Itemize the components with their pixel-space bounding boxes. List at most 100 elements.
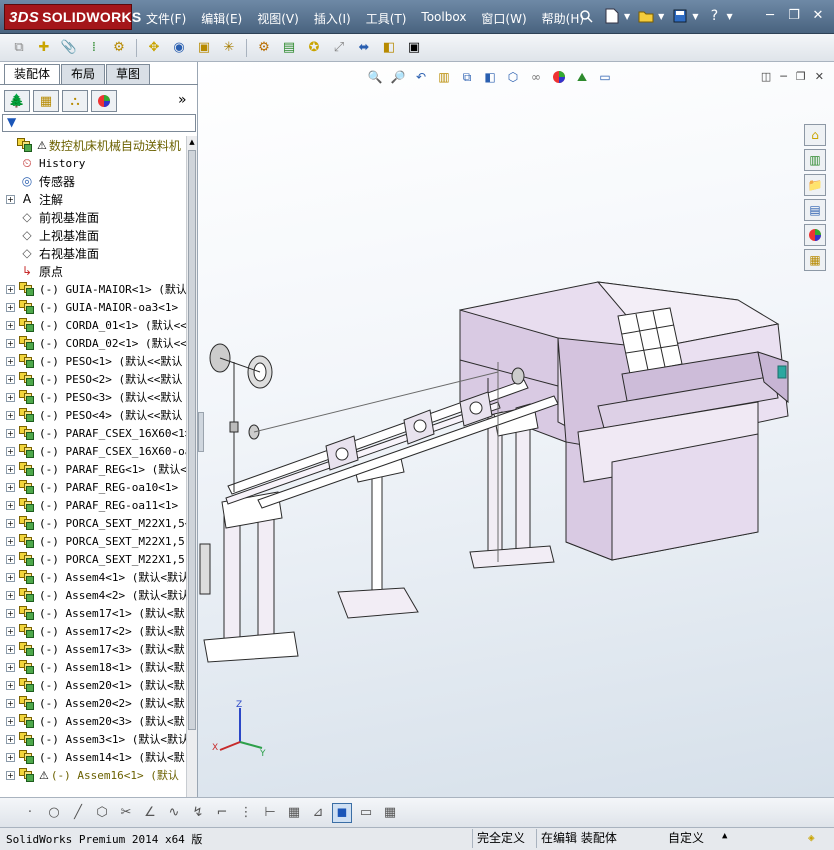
expand-icon[interactable]: +	[6, 284, 15, 294]
tree-item[interactable]: + (-) Assem4<2> (默认<默认	[0, 586, 186, 604]
expand-icon[interactable]: +	[6, 536, 15, 546]
display-manager-icon[interactable]	[91, 90, 117, 112]
clearance-verification-icon[interactable]: ◧	[378, 37, 400, 59]
point-icon[interactable]: ·	[20, 803, 40, 823]
tree-item[interactable]: + (-) PESO<1> (默认<<默认	[0, 352, 182, 370]
help-icon[interactable]: ?	[704, 6, 724, 26]
tree-item[interactable]: + (-) PARAF_REG-oa10<1> (	[0, 478, 186, 496]
expand-icon[interactable]: +	[6, 626, 15, 636]
tree-item[interactable]: + (-) Assem3<1> (默认<默认	[0, 730, 186, 748]
tab-sketch[interactable]: 草图	[106, 64, 151, 84]
tree-item[interactable]: + (-) Assem17<2> (默认<默	[0, 622, 185, 640]
tree-item[interactable]: ↳ 原点	[0, 262, 63, 280]
expand-icon[interactable]: +	[6, 518, 15, 528]
scrollbar-thumb[interactable]	[188, 150, 196, 730]
graphics-area[interactable]: 🔍 🔎 ↶ ▥ ⧉ ◧ ⬡ ∞ ⛰ ▭ ◫ ─ ❐ ✕ ⌂ ▥ 📁 ▤ ▦ Z …	[198, 62, 834, 797]
tree-item[interactable]: + (-) PORCA_SEXT_M22X1,5-	[0, 532, 186, 550]
tree-item[interactable]: ◎ 传感器	[0, 172, 75, 190]
show-hidden-icon[interactable]: ◉	[168, 37, 190, 59]
line-icon[interactable]: ╱	[68, 803, 88, 823]
chevron-down-icon[interactable]: ▼	[624, 12, 630, 21]
minimize-icon[interactable]: ─	[762, 8, 778, 23]
tree-root-node[interactable]: ⚠ 数控机床机械自动送料机	[0, 136, 181, 154]
expand-icon[interactable]: +	[6, 464, 15, 474]
menu-edit[interactable]: 编辑(E)	[201, 10, 242, 27]
tree-item[interactable]: + ⚠ (-) Assem16<1> (默认	[0, 766, 179, 784]
expand-icon[interactable]: +	[6, 680, 15, 690]
tree-item[interactable]: ◇ 前视基准面	[0, 208, 99, 226]
chevron-down-icon[interactable]: ▼	[658, 12, 664, 21]
expand-panel-icon[interactable]: »	[178, 92, 187, 108]
scroll-up-icon[interactable]: ▲	[187, 138, 197, 146]
expand-icon[interactable]: +	[6, 698, 15, 708]
tree-item[interactable]: ◇ 右视基准面	[0, 244, 99, 262]
smart-fasteners-icon[interactable]: ⚙	[108, 37, 130, 59]
save-icon[interactable]	[670, 6, 690, 26]
expand-icon[interactable]: +	[6, 446, 15, 456]
expand-icon[interactable]: +	[6, 590, 15, 600]
expand-icon[interactable]: +	[6, 608, 15, 618]
new-motion-study-icon[interactable]: ⚙	[253, 37, 275, 59]
tree-item[interactable]: + (-) PARAF_REG<1> (默认<	[0, 460, 186, 478]
expand-icon[interactable]: +	[6, 554, 15, 564]
wireframe-view-icon[interactable]: ▭	[356, 803, 376, 823]
tree-item[interactable]: + (-) Assem17<3> (默认<默	[0, 640, 185, 658]
expand-icon[interactable]: +	[6, 716, 15, 726]
expand-icon[interactable]: +	[6, 356, 15, 366]
expand-icon[interactable]: +	[6, 374, 15, 384]
tree-item[interactable]: + (-) PARAF_CSEX_16X60<1>	[0, 424, 186, 442]
feature-tree-icon[interactable]: 🌲	[4, 90, 30, 112]
expand-icon[interactable]: +	[6, 644, 15, 654]
expand-icon[interactable]: +	[6, 302, 15, 312]
rebuild-status-icon[interactable]: ◈	[808, 831, 815, 844]
circle-icon[interactable]: ○	[44, 803, 64, 823]
tab-layout[interactable]: 布局	[61, 64, 106, 84]
spline-icon[interactable]: ∿	[164, 803, 184, 823]
expand-icon[interactable]: +	[6, 320, 15, 330]
tree-item[interactable]: + A 注解	[0, 190, 63, 208]
open-folder-icon[interactable]	[636, 6, 656, 26]
tree-item[interactable]: + (-) PESO<3> (默认<<默认	[0, 388, 182, 406]
hole-alignment-icon[interactable]: ▣	[403, 37, 425, 59]
angle-icon[interactable]: ⊿	[308, 803, 328, 823]
grid-icon[interactable]: ▦	[284, 803, 304, 823]
edit-component-icon[interactable]: ⧉	[8, 37, 30, 59]
move-component-icon[interactable]: ✥	[143, 37, 165, 59]
expand-icon[interactable]: +	[6, 572, 15, 582]
tree-vertical-scrollbar[interactable]: ▲ ▼	[186, 136, 197, 848]
fillet-icon[interactable]: ↯	[188, 803, 208, 823]
tree-item[interactable]: + (-) GUIA-MAIOR<1> (默认<	[0, 280, 186, 298]
new-document-icon[interactable]	[602, 6, 622, 26]
expand-icon[interactable]: +	[6, 338, 15, 348]
tree-item[interactable]: + (-) PORCA_SEXT_M22X1,5-	[0, 550, 186, 568]
tree-item[interactable]: + (-) PESO<2> (默认<<默认	[0, 370, 182, 388]
expand-icon[interactable]: +	[6, 428, 15, 438]
smart-dimension-icon[interactable]: ⊢	[260, 803, 280, 823]
insert-components-icon[interactable]: ✚	[33, 37, 55, 59]
tree-filter[interactable]: ▼	[2, 114, 196, 132]
menu-file[interactable]: 文件(F)	[146, 10, 186, 27]
close-icon[interactable]: ✕	[810, 8, 826, 23]
tree-item[interactable]: + (-) PARAF_REG-oa11<1> (	[0, 496, 186, 514]
property-manager-icon[interactable]: ▦	[33, 90, 59, 112]
unit-system-caret[interactable]: ▲	[722, 831, 727, 841]
tree-item[interactable]: + (-) PORCA_SEXT_M22X1,5<	[0, 514, 186, 532]
expand-icon[interactable]: +	[6, 734, 15, 744]
expand-icon[interactable]: +	[6, 500, 15, 510]
expand-icon[interactable]: +	[6, 392, 15, 402]
explode-line-sketch-icon[interactable]: ⤢	[328, 37, 350, 59]
sketch-relations-icon[interactable]: ⋮	[236, 803, 256, 823]
tree-item[interactable]: ⏲ History	[0, 154, 85, 172]
table-view-icon[interactable]: ▦	[380, 803, 400, 823]
tree-item[interactable]: + (-) Assem18<1> (默认<默	[0, 658, 185, 676]
expand-icon[interactable]: +	[6, 482, 15, 492]
expand-icon[interactable]: +	[6, 770, 15, 780]
menu-insert[interactable]: 插入(I)	[314, 10, 351, 27]
tree-item[interactable]: + (-) PARAF_CSEX_16X60-oa	[0, 442, 186, 460]
unit-system[interactable]: 自定义	[664, 829, 724, 848]
interference-detection-icon[interactable]: ⬌	[353, 37, 375, 59]
configuration-manager-icon[interactable]: ⛬	[62, 90, 88, 112]
chamfer-icon[interactable]: ⌐	[212, 803, 232, 823]
tree-item[interactable]: + (-) GUIA-MAIOR-oa3<1> (	[0, 298, 186, 316]
menu-tools[interactable]: 工具(T)	[366, 10, 407, 27]
